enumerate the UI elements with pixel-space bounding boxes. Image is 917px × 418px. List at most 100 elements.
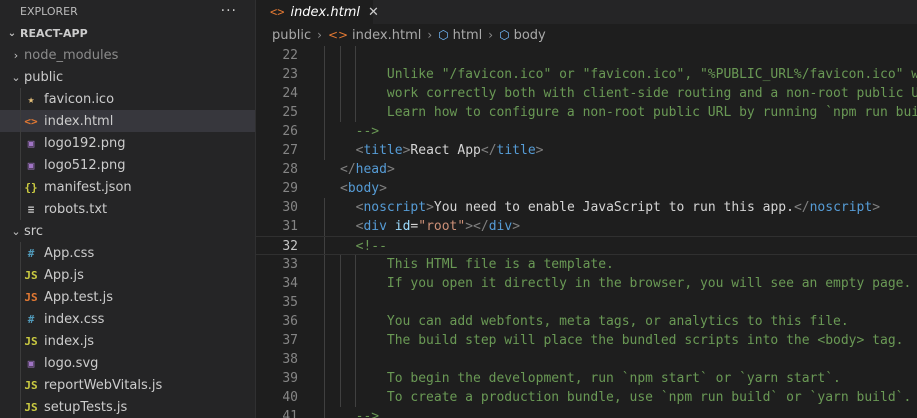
code-token: > xyxy=(379,181,387,196)
code-text: To begin the development, run `npm start… xyxy=(387,369,841,388)
tab-bar: <> index.html ✕ xyxy=(256,0,917,24)
chevron-right-icon: › xyxy=(488,28,494,42)
indent-guide xyxy=(20,176,21,198)
explorer-header: EXPLORER ··· xyxy=(0,0,255,22)
tree-item-label: App.test.js xyxy=(44,289,114,305)
code-token: > xyxy=(426,200,434,215)
text-icon: ≡ xyxy=(27,202,35,216)
file-item[interactable]: # App.css xyxy=(0,242,255,264)
indent-guide xyxy=(20,330,21,352)
code-line: 35 xyxy=(256,293,917,312)
file-item[interactable]: ▣ logo.svg xyxy=(0,352,255,374)
chevron-right-icon: › xyxy=(427,28,433,42)
indent-guide xyxy=(324,312,325,331)
code-token: Unlike "/favicon.ico" or "favicon.ico", … xyxy=(386,67,917,82)
breadcrumb-label: index.html xyxy=(352,27,422,43)
code-line: 30 <noscript>You need to enable JavaScrip… xyxy=(256,198,917,217)
tree-item-label: App.js xyxy=(44,267,84,283)
line-number: 23 xyxy=(282,67,298,82)
folder-item[interactable]: ⌄ public xyxy=(0,66,255,88)
folder-item[interactable]: › node_modules xyxy=(0,44,255,66)
tree-item-label: logo512.png xyxy=(44,157,126,173)
indent-guide xyxy=(324,65,325,84)
tree-item-label: src xyxy=(24,223,43,239)
code-token: "root" xyxy=(418,219,466,234)
html-icon: <> xyxy=(24,114,38,128)
file-item[interactable]: JS index.js xyxy=(0,330,255,352)
test-icon: JS xyxy=(24,290,38,304)
js-icon: JS xyxy=(24,268,38,282)
line-number: 38 xyxy=(282,352,298,367)
code-token: ></ xyxy=(465,219,489,234)
code-line: 28 </head> xyxy=(256,160,917,179)
code-editor[interactable]: 22 23 Unlike "/favicon.ico" or "favicon.ic… xyxy=(256,46,917,418)
indent-guide xyxy=(20,374,21,396)
code-line: 31 <div id="root"></div> xyxy=(256,217,917,236)
indent-guide xyxy=(324,103,325,122)
file-item[interactable]: JS reportWebVitals.js xyxy=(0,374,255,396)
code-text: --> xyxy=(356,122,379,141)
code-text: Learn how to configure a non-root public… xyxy=(387,103,917,122)
breadcrumb-item[interactable]: ⬡ body xyxy=(499,28,546,43)
html-icon: <> xyxy=(270,5,285,19)
code-text: The build step will place the bundled sc… xyxy=(387,331,904,350)
indent-guide xyxy=(20,154,21,176)
indent-guide xyxy=(339,255,341,274)
line-number: 28 xyxy=(282,162,298,177)
code-token: noscript xyxy=(809,200,873,215)
line-number: 37 xyxy=(282,333,298,348)
line-number: 31 xyxy=(282,219,298,234)
close-icon[interactable]: ✕ xyxy=(368,5,379,20)
chevron-down-icon: ⌄ xyxy=(7,27,17,39)
indent-guide xyxy=(339,331,341,350)
tree-item-label: index.html xyxy=(44,113,114,129)
breadcrumb-item[interactable]: public xyxy=(272,28,311,43)
code-line: 32 <!-- xyxy=(256,236,917,255)
explorer-sidebar: EXPLORER ··· ⌄ REACT-APP › node_modules ⌄ p… xyxy=(0,0,256,418)
code-line: 39 To begin the development, run `npm sta… xyxy=(256,369,917,388)
code-token: work correctly both with client-side rou… xyxy=(386,86,917,101)
indent-guide xyxy=(355,293,357,312)
indent-guide xyxy=(20,286,21,308)
file-item[interactable]: JS setupTests.js xyxy=(0,396,255,418)
breadcrumb-label: html xyxy=(452,27,483,43)
file-item[interactable]: {} manifest.json xyxy=(0,176,255,198)
file-item[interactable]: ▣ logo512.png xyxy=(0,154,255,176)
code-text: work correctly both with client-side rou… xyxy=(387,84,917,103)
js-icon: JS xyxy=(24,378,38,392)
line-number: 25 xyxy=(282,105,298,120)
tree-item-label: favicon.ico xyxy=(44,91,115,107)
project-folder-header[interactable]: ⌄ REACT-APP xyxy=(0,22,255,44)
code-token: title xyxy=(496,143,536,158)
file-item[interactable]: ≡ robots.txt xyxy=(0,198,255,220)
file-item[interactable]: JS App.js xyxy=(0,264,255,286)
code-text: You can add webfonts, meta tags, or anal… xyxy=(387,312,849,331)
indent-guide xyxy=(324,331,325,350)
indent-guide xyxy=(324,407,325,418)
more-actions-icon[interactable]: ··· xyxy=(221,3,237,19)
chevron-right-icon: › xyxy=(13,48,19,62)
indent-guide xyxy=(20,264,21,286)
code-line: 41 --> xyxy=(256,407,917,418)
explorer-title: EXPLORER xyxy=(20,4,78,18)
folder-item[interactable]: ⌄ src xyxy=(0,220,255,242)
file-tree: › node_modules ⌄ public ★ favicon.ico <> index.… xyxy=(0,44,255,418)
line-number: 32 xyxy=(282,239,298,254)
code-line: 36 You can add webfonts, meta tags, or an… xyxy=(256,312,917,331)
indent-guide xyxy=(355,312,357,331)
tab-index-html[interactable]: <> index.html ✕ xyxy=(256,0,379,24)
breadcrumb-item[interactable]: ⬡ html xyxy=(438,28,482,43)
file-item[interactable]: ★ favicon.ico xyxy=(0,88,255,110)
file-item[interactable]: JS App.test.js xyxy=(0,286,255,308)
file-item[interactable]: <> index.html xyxy=(0,110,255,132)
code-token: div xyxy=(488,219,513,234)
file-item[interactable]: ▣ logo192.png xyxy=(0,132,255,154)
svg-icon: ▣ xyxy=(27,356,35,370)
indent-guide xyxy=(339,103,341,122)
indent-guide xyxy=(324,198,325,217)
code-line: 23 Unlike "/favicon.ico" or "favicon.ico"… xyxy=(256,65,917,84)
file-item[interactable]: # index.css xyxy=(0,308,255,330)
breadcrumb-item[interactable]: <> index.html xyxy=(328,28,421,43)
indent-guide xyxy=(339,274,341,293)
indent-guide xyxy=(355,65,357,84)
